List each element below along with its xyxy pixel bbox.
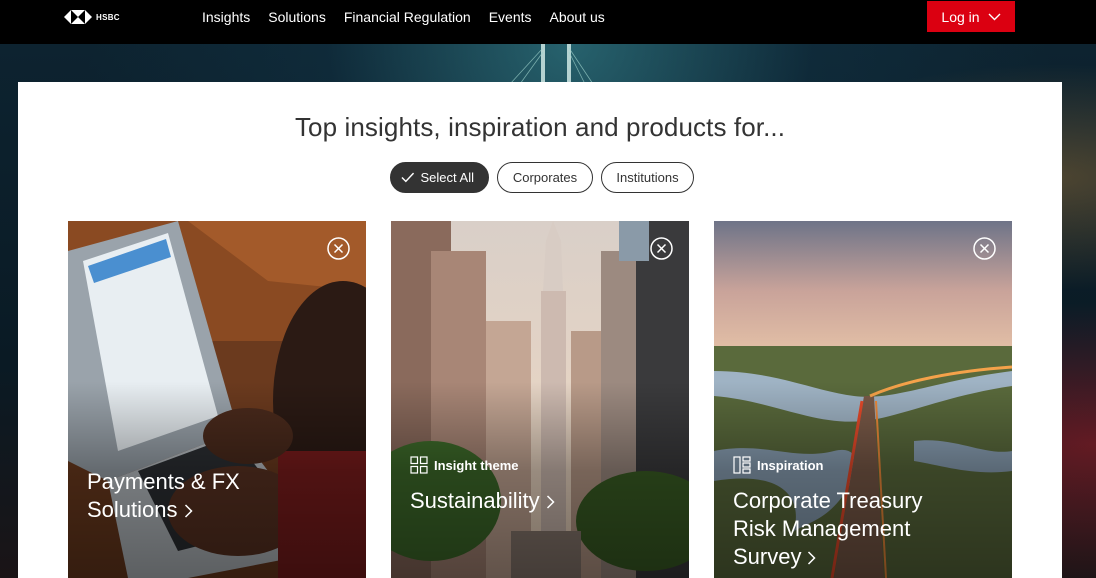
nav-item-events[interactable]: Events (489, 9, 532, 25)
card-treasury-survey[interactable]: Inspiration Corporate Treasury Risk Mana… (714, 221, 1012, 578)
filter-label: Institutions (616, 170, 679, 185)
close-circle-icon (327, 237, 350, 260)
card-title: Sustainability (410, 487, 670, 515)
card-payments-fx[interactable]: Payments & FX Solutions (68, 221, 366, 578)
chevron-down-icon (988, 13, 1001, 20)
audience-filters: Select All Corporates Institutions (390, 162, 694, 193)
hsbc-logo[interactable]: HSBC (64, 10, 120, 24)
card-title-line: Corporate Treasury (733, 488, 923, 513)
filter-label: Select All (420, 170, 474, 185)
dismiss-card-button[interactable] (327, 237, 350, 260)
filter-corporates[interactable]: Corporates (497, 162, 593, 193)
filter-label: Corporates (512, 170, 578, 185)
nav-item-financial-regulation[interactable]: Financial Regulation (344, 9, 471, 25)
main-nav: Insights Solutions Financial Regulation … (202, 0, 623, 33)
chevron-right-icon (546, 495, 555, 509)
card-title-line-with-chevron: Sustainability (410, 487, 670, 515)
check-icon (401, 172, 415, 183)
nav-item-solutions[interactable]: Solutions (268, 9, 326, 25)
top-navigation-bar: HSBC Insights Solutions Financial Regula… (0, 0, 1096, 44)
card-shade (391, 221, 689, 578)
filter-select-all[interactable]: Select All (390, 162, 489, 193)
card-title-line-with-chevron: Survey (733, 543, 993, 571)
nav-item-insights[interactable]: Insights (202, 9, 250, 25)
card-title-line-with-chevron: Solutions (87, 496, 347, 524)
filter-institutions[interactable]: Institutions (601, 162, 694, 193)
grid-icon (410, 456, 428, 474)
layout-icon (733, 456, 751, 474)
login-button[interactable]: Log in (927, 1, 1015, 32)
card-title-line: Solutions (87, 497, 178, 522)
card-shade (68, 221, 366, 578)
bridge-illustration (509, 44, 594, 84)
logo-text: HSBC (96, 12, 120, 22)
nav-item-about-us[interactable]: About us (550, 9, 605, 25)
card-title-line: Payments & FX (87, 469, 240, 494)
card-tag-label: Inspiration (757, 457, 824, 473)
page-headline: Top insights, inspiration and products f… (294, 112, 786, 142)
chevron-right-icon (184, 504, 193, 518)
card-sustainability[interactable]: Insight theme Sustainability (391, 221, 689, 578)
login-label: Log in (941, 8, 980, 25)
close-circle-icon (650, 237, 673, 260)
card-title-line: Survey (733, 544, 802, 569)
dismiss-card-button[interactable] (973, 237, 996, 260)
chevron-right-icon (808, 551, 817, 565)
close-circle-icon (973, 237, 996, 260)
hexagon-logo-icon (64, 10, 92, 24)
card-title: Payments & FX Solutions (87, 468, 347, 524)
card-title-line: Risk Management (733, 516, 911, 541)
card-tag: Insight theme (410, 456, 519, 474)
card-title-line: Sustainability (410, 488, 540, 513)
card-tag-label: Insight theme (434, 457, 519, 473)
card-tag: Inspiration (733, 456, 823, 474)
dismiss-card-button[interactable] (650, 237, 673, 260)
insights-panel: Top insights, inspiration and products f… (18, 82, 1062, 578)
card-title: Corporate Treasury Risk Management Surve… (733, 487, 993, 571)
